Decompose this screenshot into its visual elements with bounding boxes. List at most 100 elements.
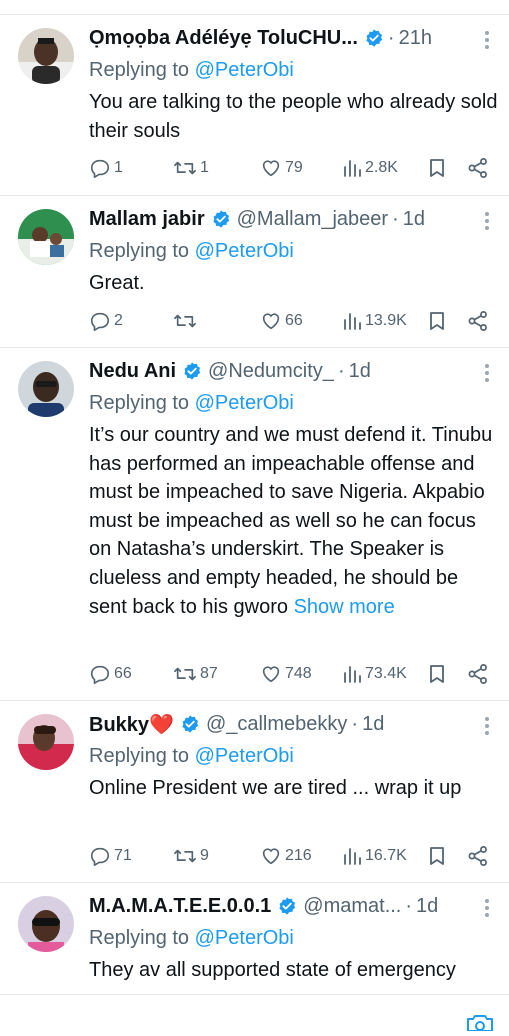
mention-link[interactable]: @PeterObi — [195, 240, 294, 262]
mention-link[interactable]: @PeterObi — [195, 59, 294, 81]
retweet-button[interactable]: 9 — [173, 843, 209, 869]
display-name[interactable]: Ọmọọba Adéléyẹ ToluCHU... — [89, 27, 358, 50]
avatar[interactable] — [18, 896, 74, 952]
previous-tweet-divider — [0, 0, 509, 15]
avatar[interactable] — [18, 714, 74, 770]
timestamp[interactable]: 21h — [399, 27, 432, 50]
tweet-header: Mallam jabir @Mallam_jabeer · 1d — [89, 204, 425, 234]
view-count: 73.4K — [365, 665, 407, 682]
action-bar: 2 66 13.9K — [89, 308, 499, 334]
retweet-button[interactable]: 1 — [173, 155, 209, 181]
retweet-icon — [173, 157, 197, 179]
replying-to-label: Replying to — [89, 392, 190, 414]
heart-icon — [260, 845, 282, 867]
heart-icon — [260, 310, 282, 332]
timestamp[interactable]: 1d — [403, 208, 425, 231]
retweet-button[interactable]: 87 — [173, 661, 218, 687]
share-icon — [467, 845, 489, 867]
bookmark-button[interactable] — [427, 308, 447, 334]
tweet[interactable]: Nedu Ani @Nedumcity_ · 1d Replying to @P… — [0, 348, 509, 701]
tweet[interactable]: Bukky❤️ @_callmebekky · 1d Replying to @… — [0, 701, 509, 883]
share-icon — [467, 157, 489, 179]
tweet[interactable]: M.A.M.A.T.E.E.0.0.1 @mamat... · 1d Reply… — [0, 883, 509, 994]
replying-to-label: Replying to — [89, 240, 190, 262]
display-name[interactable]: Mallam jabir — [89, 208, 205, 231]
replying-to: Replying to @PeterObi — [89, 240, 294, 263]
user-handle[interactable]: @_callmebekky — [206, 713, 347, 736]
share-button[interactable] — [467, 155, 489, 181]
mention-link[interactable]: @PeterObi — [195, 392, 294, 414]
mention-link[interactable]: @PeterObi — [195, 927, 294, 949]
verified-badge-icon — [277, 896, 297, 916]
tweet-text: They av all supported state of emergency — [89, 959, 456, 981]
separator-dot: · — [387, 26, 395, 49]
action-bar: 1 1 79 2.8K — [89, 155, 499, 181]
replying-to: Replying to @PeterObi — [89, 59, 294, 82]
like-button[interactable]: 748 — [260, 661, 312, 687]
user-handle[interactable]: @Nedumcity_ — [208, 360, 334, 383]
display-name[interactable]: Bukky❤️ — [89, 712, 174, 737]
views-button[interactable]: 73.4K — [342, 661, 407, 687]
more-options-icon[interactable] — [479, 715, 495, 737]
display-name[interactable]: Nedu Ani — [89, 360, 176, 383]
views-button[interactable]: 2.8K — [342, 155, 398, 181]
like-count: 79 — [285, 159, 303, 176]
user-handle[interactable]: @mamat... — [303, 895, 401, 918]
more-options-icon[interactable] — [479, 29, 495, 51]
verified-badge-icon — [364, 28, 384, 48]
avatar[interactable] — [18, 209, 74, 265]
replying-to: Replying to @PeterObi — [89, 745, 294, 768]
replying-to-label: Replying to — [89, 927, 190, 949]
bookmark-button[interactable] — [427, 661, 447, 687]
bookmark-button[interactable] — [427, 843, 447, 869]
reply-count: 1 — [114, 159, 123, 176]
views-button[interactable]: 16.7K — [342, 843, 407, 869]
retweet-count: 9 — [200, 847, 209, 864]
action-bar: 71 9 216 16.7K — [89, 843, 499, 869]
reply-button[interactable]: 2 — [89, 308, 123, 334]
tweet-text: You are talking to the people who alread… — [89, 91, 498, 142]
user-handle[interactable]: @Mallam_jabeer — [237, 208, 388, 231]
view-count: 2.8K — [365, 159, 398, 176]
more-options-icon[interactable] — [479, 897, 495, 919]
reply-button[interactable]: 1 — [89, 155, 123, 181]
replying-to-label: Replying to — [89, 745, 190, 767]
views-button[interactable]: 13.9K — [342, 308, 407, 334]
replying-to: Replying to @PeterObi — [89, 392, 294, 415]
timestamp[interactable]: 1d — [362, 713, 384, 736]
like-button[interactable]: 216 — [260, 843, 312, 869]
tweet[interactable]: Ọmọọba Adéléyẹ ToluCHU... · 21h Replying… — [0, 15, 509, 196]
share-button[interactable] — [467, 843, 489, 869]
retweet-icon — [173, 663, 197, 685]
avatar[interactable] — [18, 361, 74, 417]
retweet-icon — [173, 310, 197, 332]
share-button[interactable] — [467, 661, 489, 687]
more-options-icon[interactable] — [479, 210, 495, 232]
bookmark-button[interactable] — [427, 155, 447, 181]
views-bar-chart-icon — [342, 157, 362, 179]
reply-button[interactable]: 66 — [89, 661, 132, 687]
tweet-text: Online President we are tired ... wrap i… — [89, 777, 462, 799]
separator-dot: · — [351, 712, 359, 735]
share-button[interactable] — [467, 308, 489, 334]
separator-dot: · — [405, 894, 413, 917]
display-name[interactable]: M.A.M.A.T.E.E.0.0.1 — [89, 895, 271, 918]
retweet-button[interactable] — [173, 308, 200, 334]
timestamp[interactable]: 1d — [349, 360, 371, 383]
like-button[interactable]: 66 — [260, 308, 303, 334]
like-button[interactable]: 79 — [260, 155, 303, 181]
tweet-text: It’s our country and we must defend it. … — [89, 421, 499, 621]
share-icon — [467, 663, 489, 685]
more-options-icon[interactable] — [479, 362, 495, 384]
like-count: 66 — [285, 312, 303, 329]
like-count: 216 — [285, 847, 312, 864]
view-count: 16.7K — [365, 847, 407, 864]
reply-button[interactable]: 71 — [89, 843, 132, 869]
reply-composer-bar[interactable] — [0, 994, 509, 1032]
mention-link[interactable]: @PeterObi — [195, 745, 294, 767]
show-more-link[interactable]: Show more — [294, 596, 395, 618]
avatar[interactable] — [18, 28, 74, 84]
views-bar-chart-icon — [342, 663, 362, 685]
timestamp[interactable]: 1d — [416, 895, 438, 918]
tweet[interactable]: Mallam jabir @Mallam_jabeer · 1d Replyin… — [0, 196, 509, 348]
